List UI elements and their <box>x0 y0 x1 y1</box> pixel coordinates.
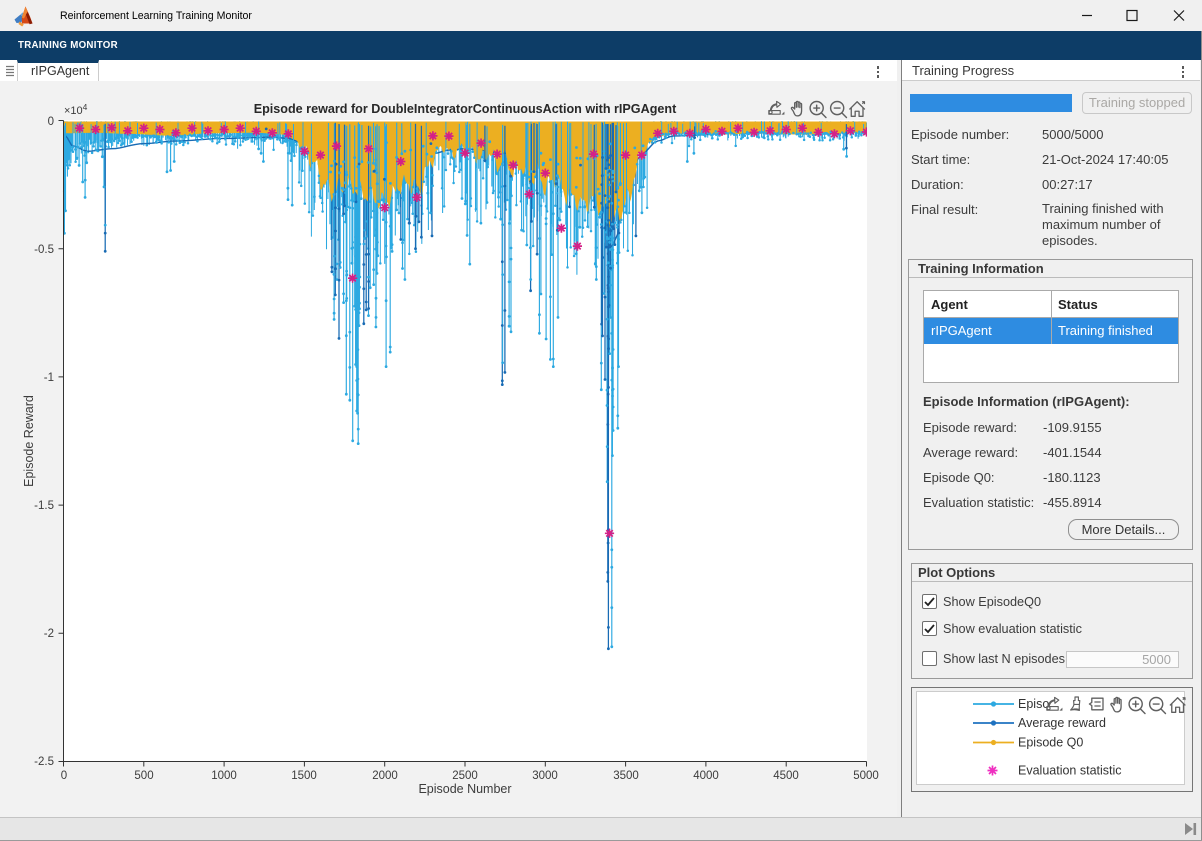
svg-text:-2.5: -2.5 <box>34 756 54 768</box>
svg-text:Episode reward for DoubleInteg: Episode reward for DoubleIntegratorConti… <box>254 102 677 116</box>
svg-text:5000: 5000 <box>853 770 879 782</box>
svg-text:×104: ×104 <box>64 102 88 117</box>
svg-text:-1.5: -1.5 <box>34 500 54 512</box>
svg-text:3500: 3500 <box>613 770 639 782</box>
svg-text:-1: -1 <box>44 372 54 384</box>
svg-text:Episode Q0: Episode Q0 <box>1018 736 1083 750</box>
svg-text:1500: 1500 <box>291 770 317 782</box>
svg-text:-2: -2 <box>44 628 54 640</box>
svg-text:4000: 4000 <box>693 770 719 782</box>
svg-text:Evaluation statistic: Evaluation statistic <box>1018 764 1122 778</box>
svg-text:0: 0 <box>61 770 67 782</box>
svg-text:Episo: Episo <box>1018 697 1049 711</box>
svg-text:-0.5: -0.5 <box>34 244 54 256</box>
svg-text:4500: 4500 <box>773 770 799 782</box>
svg-text:0: 0 <box>48 116 54 128</box>
svg-text:2500: 2500 <box>452 770 478 782</box>
svg-text:3000: 3000 <box>532 770 558 782</box>
svg-text:500: 500 <box>134 770 153 782</box>
svg-text:Episode Reward: Episode Reward <box>22 395 36 487</box>
svg-text:Episode Number: Episode Number <box>418 782 511 796</box>
svg-text:Average reward: Average reward <box>1018 716 1106 730</box>
svg-text:1000: 1000 <box>211 770 237 782</box>
svg-text:2000: 2000 <box>372 770 398 782</box>
